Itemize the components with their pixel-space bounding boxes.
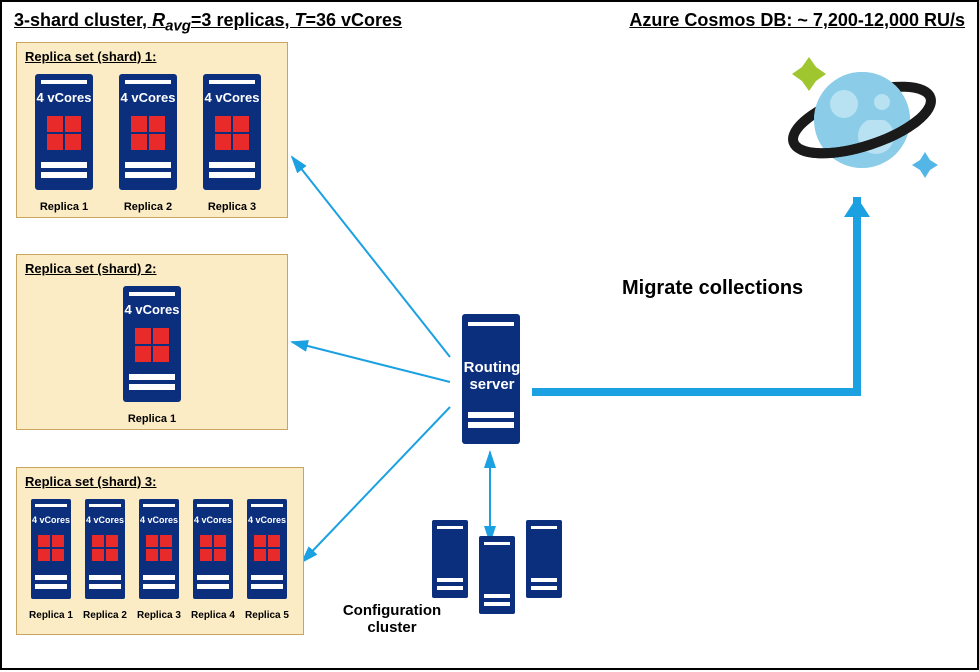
svg-text:4 vCores: 4 vCores (194, 515, 232, 525)
server-icon: 4 vCores (193, 70, 271, 194)
svg-text:4 vCores: 4 vCores (140, 515, 178, 525)
server-icon: 4 vCores (25, 495, 77, 603)
cosmos-title: Azure Cosmos DB: ~ 7,200-12,000 RU/s (629, 10, 965, 31)
shard-3-replicas: 4 vCores Replica 1 4 vCores Replica 2 (25, 495, 295, 621)
server-icon: 4 vCores (113, 282, 191, 406)
replica-server: 4 vCores Replica 3 (193, 70, 271, 213)
server-icon: 4 vCores (79, 495, 131, 603)
replica-server: 4 vCores Replica 2 (79, 495, 131, 621)
shard-3-title: Replica set (shard) 3: (25, 474, 295, 489)
cosmos-db-icon (772, 42, 942, 207)
svg-text:4 vCores: 4 vCores (86, 515, 124, 525)
svg-text:4 vCores: 4 vCores (205, 90, 260, 105)
svg-text:4 vCores: 4 vCores (121, 90, 176, 105)
diagram-canvas: 3-shard cluster, Ravg=3 replicas, T=36 v… (0, 0, 979, 670)
config-cluster-label: Configuration cluster (332, 602, 452, 636)
shard-1-box: Replica set (shard) 1: 4 vCores Replica … (16, 42, 288, 218)
svg-text:4 vCores: 4 vCores (125, 302, 180, 317)
replica-server: 4 vCores Replica 3 (133, 495, 185, 621)
shard-2-box: Replica set (shard) 2: 4 vCores Replica … (16, 254, 288, 430)
shard-2-replicas: 4 vCores Replica 1 (25, 282, 279, 425)
migrate-collections-label: Migrate collections (622, 277, 803, 300)
planet-icon (772, 42, 942, 202)
server-icon: 4 vCores (133, 495, 185, 603)
server-icon: 4 vCores (25, 70, 103, 194)
shard-1-replicas: 4 vCores Replica 1 4 vCores Replica 2 (25, 70, 279, 213)
replica-server: 4 vCores Replica 5 (241, 495, 293, 621)
replica-server: 4 vCores Replica 1 (113, 282, 191, 425)
replica-server: 4 vCores Replica 1 (25, 70, 103, 213)
svg-text:4 vCores: 4 vCores (32, 515, 70, 525)
routing-server-label: Routing server (462, 360, 522, 393)
replica-server: 4 vCores Replica 1 (25, 495, 77, 621)
server-icon: 4 vCores (109, 70, 187, 194)
server-icon: 4 vCores (187, 495, 239, 603)
shard-2-title: Replica set (shard) 2: (25, 261, 279, 276)
server-icon: 4 vCores (241, 495, 293, 603)
replica-server: 4 vCores Replica 2 (109, 70, 187, 213)
svg-text:4 vCores: 4 vCores (248, 515, 286, 525)
replica-server: 4 vCores Replica 4 (187, 495, 239, 621)
shard-1-title: Replica set (shard) 1: (25, 49, 279, 64)
shard-3-box: Replica set (shard) 3: 4 vCores Replica … (16, 467, 304, 635)
cluster-title: 3-shard cluster, Ravg=3 replicas, T=36 v… (14, 10, 402, 35)
svg-text:4 vCores: 4 vCores (37, 90, 92, 105)
